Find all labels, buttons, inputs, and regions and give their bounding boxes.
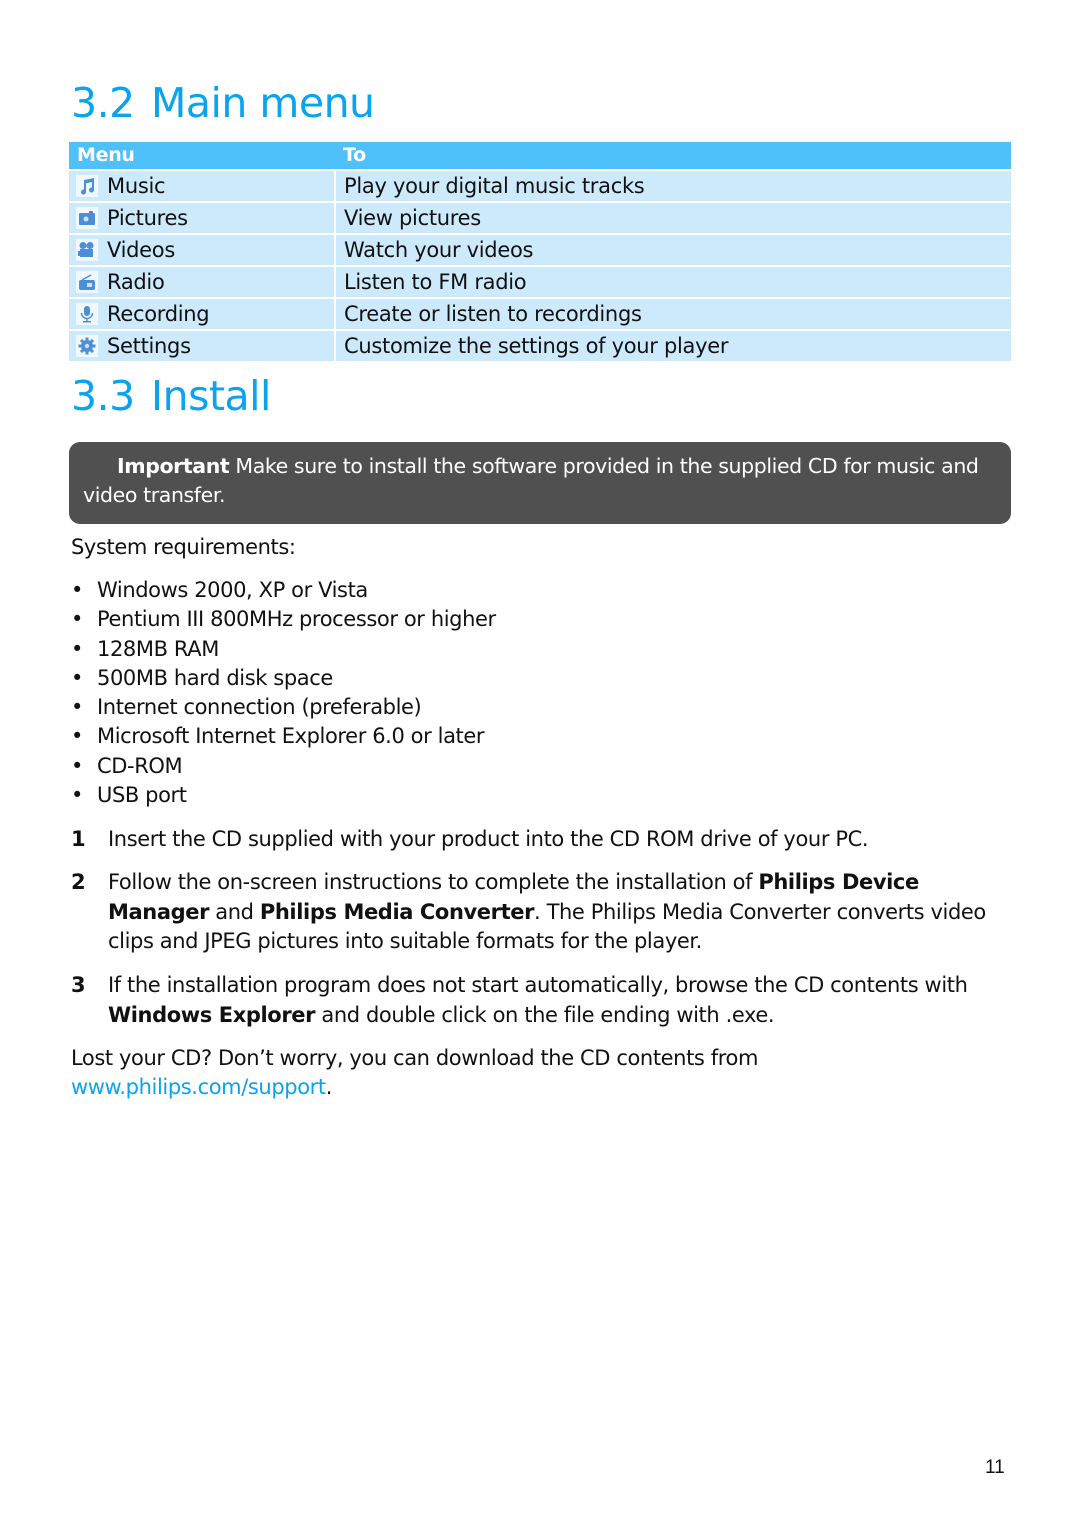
program-name: Windows Explorer <box>108 1002 316 1027</box>
table-row: Music Play your digital music tracks <box>69 169 1011 202</box>
section-number: 3.3 <box>71 372 135 420</box>
column-header-to: To <box>335 142 1011 170</box>
step-number: 2 <box>71 870 86 894</box>
section-number: 3.2 <box>71 79 135 127</box>
table-row: Recording Create or listen to recordings <box>69 297 1011 330</box>
menu-description: Listen to FM radio <box>335 265 1011 298</box>
system-requirements-intro: System requirements: <box>71 535 296 559</box>
music-note-icon <box>76 175 98 197</box>
main-menu-table: Menu To Music Play your digital music tr… <box>69 142 1011 361</box>
menu-description: Customize the settings of your player <box>335 329 1011 361</box>
install-step-2: 2 Follow the on-screen instructions to c… <box>71 868 1011 957</box>
list-item: • USB port <box>71 783 187 808</box>
menu-description: Create or listen to recordings <box>335 297 1011 330</box>
radio-icon <box>76 271 98 293</box>
list-item: • Windows 2000, XP or Vista <box>71 578 368 602</box>
lost-cd-note: Lost your CD? Don’t worry, you can downl… <box>71 1046 759 1099</box>
important-notice: Important Make sure to install the softw… <box>69 442 1011 524</box>
support-link[interactable]: www.philips.com/support <box>71 1075 326 1099</box>
step-text: Insert the CD supplied with your product… <box>108 827 869 851</box>
menu-name: Radio <box>107 270 165 294</box>
table-row: Videos Watch your videos <box>69 233 1011 266</box>
menu-name: Settings <box>107 334 191 358</box>
camera-icon <box>76 207 98 229</box>
menu-description: Play your digital music tracks <box>335 169 1011 202</box>
list-item: • Microsoft Internet Explorer 6.0 or late… <box>71 724 485 749</box>
gear-icon <box>76 335 98 357</box>
column-header-menu: Menu <box>69 142 335 170</box>
list-item: • CD-ROM <box>71 753 183 778</box>
menu-description: View pictures <box>335 201 1011 234</box>
list-item: • 128MB RAM <box>71 636 219 661</box>
list-item: • Pentium III 800MHz processor or higher <box>71 607 496 632</box>
microphone-icon <box>76 303 98 325</box>
system-requirements-list: • Windows 2000, XP or Vista • Pentium III … <box>71 576 496 810</box>
step-number: 1 <box>71 827 86 851</box>
menu-name: Pictures <box>107 206 188 230</box>
step-text: If the installation program does not sta… <box>108 973 968 1027</box>
menu-name: Recording <box>107 302 210 326</box>
section-title: Main menu <box>151 79 375 127</box>
table-row: Settings Customize the settings of your … <box>69 329 1011 361</box>
section-title: Install <box>151 372 271 420</box>
table-row: Radio Listen to FM radio <box>69 265 1011 298</box>
menu-description: Watch your videos <box>335 233 1011 266</box>
table-row: Pictures View pictures <box>69 201 1011 234</box>
list-item: • 500MB hard disk space <box>71 665 333 690</box>
install-step-3: 3 If the installation program does not s… <box>71 971 1011 1030</box>
install-step-1: 1 Insert the CD supplied with your produ… <box>71 825 1011 855</box>
important-label: Important <box>117 454 230 478</box>
step-number: 3 <box>71 973 86 997</box>
list-item: • Internet connection (preferable) <box>71 695 422 720</box>
video-camera-icon <box>76 239 98 261</box>
table-header-row: Menu To <box>69 142 1011 170</box>
section-heading-main-menu: 3.2 Main menu <box>71 79 375 127</box>
product-name: Philips Media Converter <box>259 899 535 924</box>
page-number: 11 <box>985 1457 1005 1478</box>
menu-name: Videos <box>107 238 175 262</box>
section-heading-install: 3.3 Install <box>71 372 271 420</box>
step-text: Follow the on-screen instructions to com… <box>108 870 986 953</box>
menu-name: Music <box>107 174 166 198</box>
